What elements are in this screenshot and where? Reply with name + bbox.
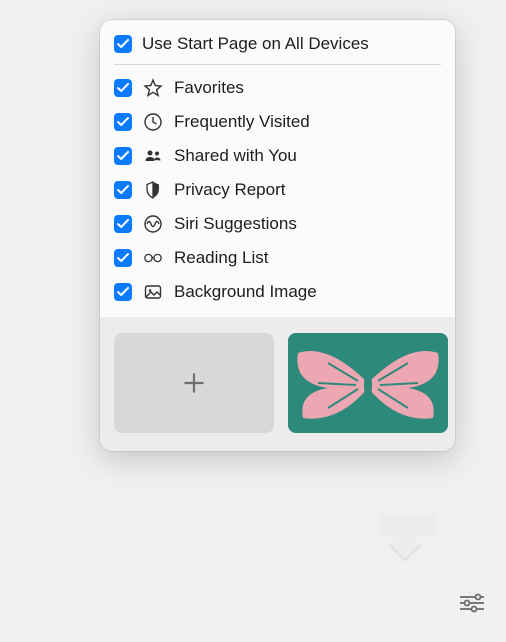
customize-start-page-button[interactable] <box>451 582 493 624</box>
option-favorites[interactable]: Favorites <box>100 71 455 105</box>
checkbox-favorites[interactable] <box>114 79 132 97</box>
checkbox-shared[interactable] <box>114 147 132 165</box>
image-icon <box>142 281 164 303</box>
shared-with-you-label: Shared with You <box>174 146 441 166</box>
checkbox-use-start-page[interactable] <box>114 35 132 53</box>
clock-icon <box>142 111 164 133</box>
option-reading-list[interactable]: Reading List <box>100 241 455 275</box>
reading-list-label: Reading List <box>174 248 441 268</box>
divider <box>114 64 441 65</box>
siri-icon <box>142 213 164 235</box>
add-background-button[interactable] <box>114 333 274 433</box>
background-image-label: Background Image <box>174 282 441 302</box>
background-thumbnails <box>100 317 455 451</box>
checkbox-frequently-visited[interactable] <box>114 113 132 131</box>
siri-suggestions-label: Siri Suggestions <box>174 214 441 234</box>
option-privacy-report[interactable]: Privacy Report <box>100 173 455 207</box>
checkbox-siri[interactable] <box>114 215 132 233</box>
checkbox-background[interactable] <box>114 283 132 301</box>
option-siri-suggestions[interactable]: Siri Suggestions <box>100 207 455 241</box>
background-thumbnail-1[interactable] <box>288 333 448 433</box>
checkbox-privacy[interactable] <box>114 181 132 199</box>
shield-icon <box>142 179 164 201</box>
option-use-start-page-all-devices[interactable]: Use Start Page on All Devices <box>100 32 455 64</box>
option-shared-with-you[interactable]: Shared with You <box>100 139 455 173</box>
start-page-options-popover: Use Start Page on All Devices Favorites … <box>100 20 455 451</box>
option-frequently-visited[interactable]: Frequently Visited <box>100 105 455 139</box>
favorites-label: Favorites <box>174 78 441 98</box>
checkbox-reading[interactable] <box>114 249 132 267</box>
glasses-icon <box>142 247 164 269</box>
star-icon <box>142 77 164 99</box>
frequently-visited-label: Frequently Visited <box>174 112 441 132</box>
people-icon <box>142 145 164 167</box>
privacy-report-label: Privacy Report <box>174 180 441 200</box>
option-background-image[interactable]: Background Image <box>100 275 455 309</box>
use-start-page-label: Use Start Page on All Devices <box>142 34 441 54</box>
